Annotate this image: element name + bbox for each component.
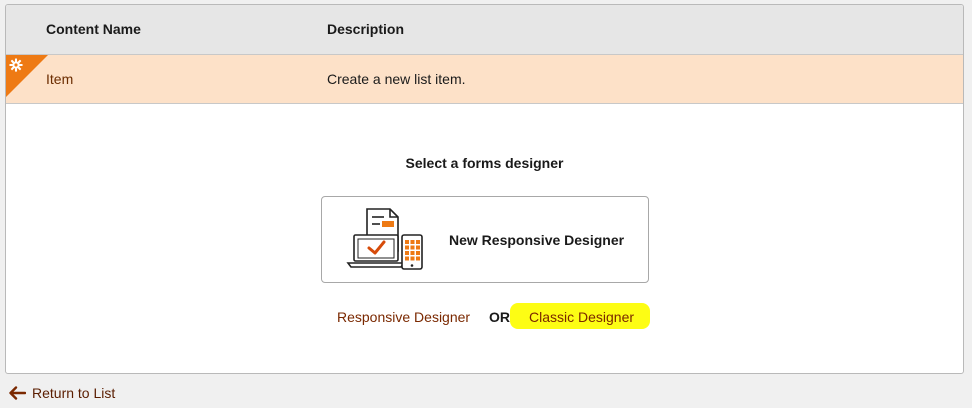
or-separator: OR	[489, 309, 510, 325]
return-to-list-link[interactable]: Return to List	[8, 385, 115, 401]
new-responsive-designer-button[interactable]: New Responsive Designer	[321, 196, 649, 283]
table-header: Content Name Description	[6, 5, 963, 55]
select-designer-title: Select a forms designer	[405, 155, 564, 171]
row-description: Create a new list item.	[327, 71, 466, 87]
column-header-content-name[interactable]: Content Name	[46, 21, 141, 37]
table-row[interactable]: Item Create a new list item.	[6, 55, 963, 104]
new-responsive-designer-label: New Responsive Designer	[449, 232, 625, 248]
classic-designer-link[interactable]: Classic Designer	[529, 309, 634, 325]
return-to-list-label: Return to List	[32, 385, 116, 401]
row-content-name[interactable]: Item	[46, 71, 73, 87]
column-header-description[interactable]: Description	[327, 21, 404, 37]
arrow-left-icon	[9, 386, 26, 400]
gear-icon[interactable]	[9, 58, 23, 72]
designer-links: Responsive Designer OR Classic Designer	[6, 303, 963, 335]
content-type-panel: Content Name Description Item Create a n…	[5, 4, 964, 374]
devices-form-icon	[346, 208, 423, 270]
responsive-designer-link[interactable]: Responsive Designer	[337, 309, 470, 325]
